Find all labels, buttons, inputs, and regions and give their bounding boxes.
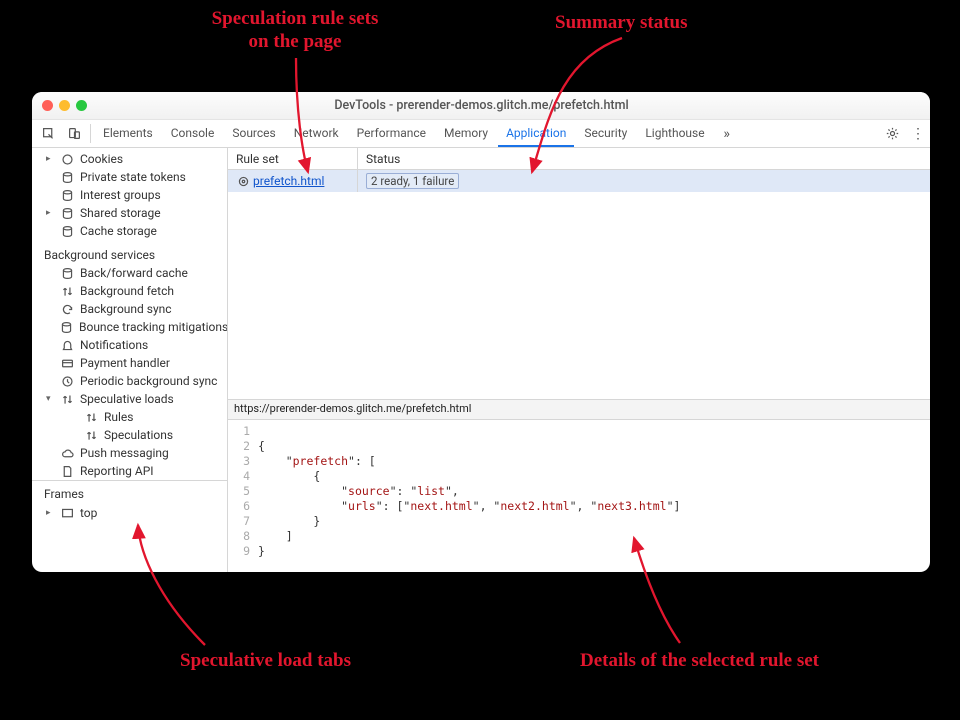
annotation-summary-status: Summary status <box>555 12 687 35</box>
sidebar-item-label: Background sync <box>80 302 172 316</box>
db-icon <box>60 320 73 334</box>
sidebar-item-reporting[interactable]: Reporting API <box>32 462 227 480</box>
annotation-rule-sets: Speculation rule setson the page <box>165 8 425 54</box>
sidebar-item-notifications[interactable]: Notifications <box>32 336 227 354</box>
updown-icon <box>60 392 74 406</box>
devtools-window: DevTools - prerender-demos.glitch.me/pre… <box>32 92 930 572</box>
device-icon[interactable] <box>62 120 86 147</box>
db-icon <box>60 206 74 220</box>
card-icon <box>60 356 74 370</box>
tab-sources[interactable]: Sources <box>224 120 283 147</box>
code-content: { "prefetch": [ { "source": "list", "url… <box>258 424 930 572</box>
sidebar-item-label: Speculations <box>104 428 173 442</box>
main-panel: Rule set Status prefetch.html 2 ready, 1… <box>228 148 930 572</box>
cookie-icon <box>60 152 74 166</box>
sidebar-item-cache-storage[interactable]: Cache storage <box>32 222 227 240</box>
line-gutter: 123456789 <box>228 424 258 572</box>
updown-icon <box>84 410 98 424</box>
sidebar-item-label: Interest groups <box>80 188 161 202</box>
annotation-speculative-tabs: Speculative load tabs <box>180 650 351 673</box>
tab-lighthouse[interactable]: Lighthouse <box>637 120 712 147</box>
tab-bar: Elements Console Sources Network Perform… <box>32 120 930 148</box>
annotation-details: Details of the selected rule set <box>580 650 819 673</box>
sidebar-item-label: Background fetch <box>80 284 174 298</box>
sync-icon <box>60 302 74 316</box>
ruleset-url: https://prerender-demos.glitch.me/prefet… <box>228 400 930 420</box>
db-icon <box>60 266 74 280</box>
tab-console[interactable]: Console <box>163 120 223 147</box>
titlebar: DevTools - prerender-demos.glitch.me/pre… <box>32 92 930 120</box>
tab-elements[interactable]: Elements <box>95 120 161 147</box>
ruleset-link[interactable]: prefetch.html <box>253 174 324 188</box>
sidebar-item-label: top <box>80 506 97 520</box>
sidebar-item-pst[interactable]: Private state tokens <box>32 168 227 186</box>
updown-icon <box>60 284 74 298</box>
sidebar-item-label: Speculative loads <box>80 392 174 406</box>
col-header-ruleset[interactable]: Rule set <box>228 148 358 169</box>
tab-network[interactable]: Network <box>286 120 347 147</box>
sidebar-item-label: Push messaging <box>80 446 169 460</box>
sidebar-item-shared-storage[interactable]: Shared storage <box>32 204 227 222</box>
code-viewer[interactable]: 123456789 { "prefetch": [ { "source": "l… <box>228 420 930 572</box>
sidebar-item-cookies[interactable]: Cookies <box>32 150 227 168</box>
sidebar-item-label: Bounce tracking mitigations <box>79 320 228 334</box>
sidebar-item-label: Cookies <box>80 152 123 166</box>
sidebar-item-bfc[interactable]: Back/forward cache <box>32 264 227 282</box>
tab-performance[interactable]: Performance <box>349 120 434 147</box>
sidebar-item-speculative-loads[interactable]: Speculative loads <box>32 390 227 408</box>
updown-icon <box>84 428 98 442</box>
kebab-icon[interactable]: ⋮ <box>906 120 930 147</box>
sidebar-item-label: Notifications <box>80 338 148 352</box>
sidebar-item-frame-top[interactable]: top <box>32 504 227 522</box>
sidebar-item-label: Rules <box>104 410 133 424</box>
status-badge[interactable]: 2 ready, 1 failure <box>366 173 459 189</box>
target-icon <box>236 174 250 188</box>
sidebar-item-ig[interactable]: Interest groups <box>32 186 227 204</box>
sidebar-section-bg: Background services <box>32 240 227 264</box>
clock-icon <box>60 374 74 388</box>
ruleset-table: Rule set Status prefetch.html 2 ready, 1… <box>228 148 930 400</box>
doc-icon <box>60 464 74 478</box>
sidebar-item-btm[interactable]: Bounce tracking mitigations <box>32 318 227 336</box>
sidebar-item-rules[interactable]: Rules <box>32 408 227 426</box>
sidebar-item-pbs[interactable]: Periodic background sync <box>32 372 227 390</box>
tab-security[interactable]: Security <box>576 120 635 147</box>
db-icon <box>60 170 74 184</box>
gear-icon[interactable] <box>880 120 904 147</box>
sidebar-item-bf[interactable]: Background fetch <box>32 282 227 300</box>
sidebar-item-push[interactable]: Push messaging <box>32 444 227 462</box>
sidebar-item-label: Back/forward cache <box>80 266 188 280</box>
sidebar-item-speculations[interactable]: Speculations <box>32 426 227 444</box>
col-header-status[interactable]: Status <box>358 148 930 169</box>
db-icon <box>60 188 74 202</box>
inspect-icon[interactable] <box>36 120 60 147</box>
db-icon <box>60 224 74 238</box>
sidebar-item-payment[interactable]: Payment handler <box>32 354 227 372</box>
table-row[interactable]: prefetch.html 2 ready, 1 failure <box>228 170 930 192</box>
sidebar-item-label: Shared storage <box>80 206 161 220</box>
sidebar-item-label: Private state tokens <box>80 170 186 184</box>
sidebar-section-frames: Frames <box>32 481 227 504</box>
sidebar-item-label: Reporting API <box>80 464 154 478</box>
frame-icon <box>60 506 74 520</box>
tab-application[interactable]: Application <box>498 120 574 147</box>
sidebar-item-label: Periodic background sync <box>80 374 217 388</box>
window-title: DevTools - prerender-demos.glitch.me/pre… <box>43 98 920 113</box>
cloud-icon <box>60 446 74 460</box>
bell-icon <box>60 338 74 352</box>
more-tabs-icon[interactable]: » <box>715 120 739 147</box>
sidebar-item-label: Payment handler <box>80 356 170 370</box>
tab-memory[interactable]: Memory <box>436 120 496 147</box>
sidebar-item-label: Cache storage <box>80 224 157 238</box>
sidebar-item-bs[interactable]: Background sync <box>32 300 227 318</box>
application-sidebar: Cookies Private state tokens Interest gr… <box>32 148 228 572</box>
